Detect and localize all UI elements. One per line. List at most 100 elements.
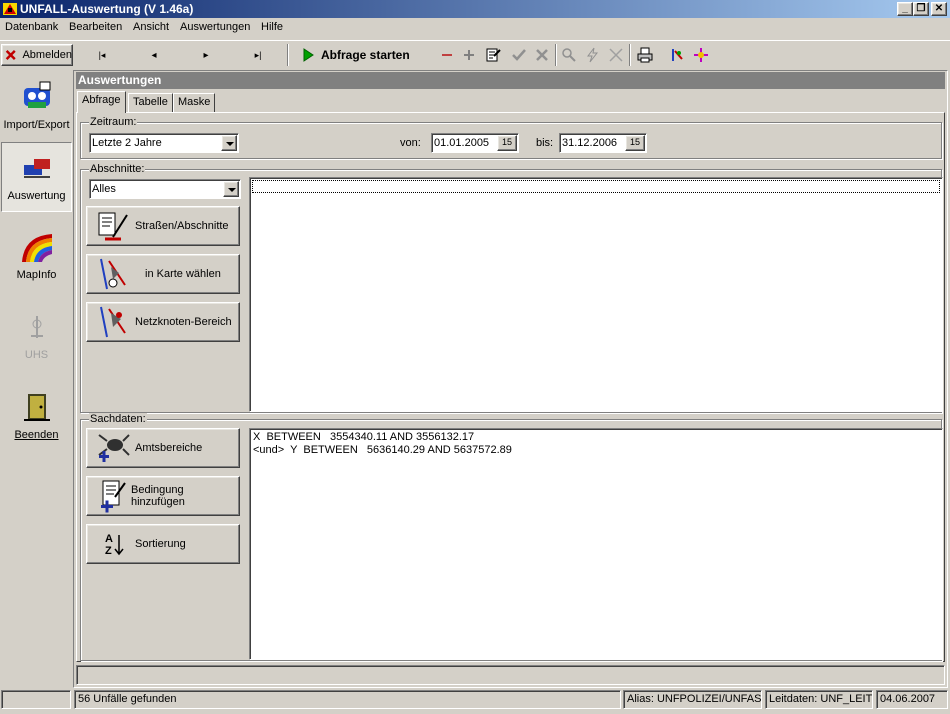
restore-button[interactable]: ❐ <box>913 2 929 16</box>
nav-auswertung[interactable]: Auswertung <box>1 142 72 212</box>
abschnitte-label: Abschnitte: <box>89 163 146 175</box>
nav-label: Auswertung <box>7 190 66 202</box>
nav-label: UHS <box>24 349 49 361</box>
sachdaten-text[interactable]: X BETWEEN 3554340.11 AND 3556132.17 <und… <box>249 428 943 660</box>
menu-auswertungen[interactable]: Auswertungen <box>180 21 250 33</box>
edit-button[interactable] <box>482 44 504 66</box>
button-label: in Karte wählen <box>145 268 221 280</box>
logout-button[interactable]: Abmelden <box>1 44 73 66</box>
bis-date-value: 31.12.2006 <box>562 137 618 149</box>
next-record-button[interactable]: ▸ <box>194 44 218 66</box>
nav-import-export[interactable]: Import/Export <box>1 72 72 142</box>
zeitraum-value: Letzte 2 Jahre <box>92 137 162 149</box>
calendar-icon[interactable]: 15 <box>497 135 517 151</box>
zeitraum-select[interactable]: Letzte 2 Jahre <box>89 133 239 153</box>
minus-icon <box>442 54 452 56</box>
toolbar-separator <box>629 44 631 66</box>
print-button[interactable] <box>634 44 656 66</box>
next-icon: ▸ <box>203 49 209 61</box>
check-icon <box>512 49 526 61</box>
abschnitte-list[interactable] <box>249 177 943 412</box>
printer-icon <box>637 47 653 63</box>
map-pin-button[interactable] <box>666 44 688 66</box>
map-pin-icon <box>672 49 683 61</box>
amtsbereiche-button[interactable]: Amtsbereiche <box>86 428 240 468</box>
condition-line: <und> Y BETWEEN 5636140.29 AND 5637572.8… <box>253 444 512 456</box>
svg-text:Z: Z <box>105 545 112 557</box>
cross-icon <box>536 49 548 61</box>
chevron-down-icon[interactable] <box>221 135 237 151</box>
calendar-icon[interactable]: 15 <box>625 135 645 151</box>
in-karte-waehlen-button[interactable]: in Karte wählen <box>86 254 240 294</box>
button-label: Amtsbereiche <box>135 442 203 454</box>
von-label: von: <box>400 137 421 149</box>
zeitraum-label: Zeitraum: <box>89 116 138 128</box>
first-record-button[interactable]: |◂ <box>90 44 114 66</box>
crosshair-button[interactable] <box>690 44 712 66</box>
netzknoten-bereich-button[interactable]: Netzknoten-Bereich <box>86 302 240 342</box>
sachdaten-label: Sachdaten: <box>89 413 147 425</box>
toolbar: Abmelden |◂ ◂ ▸ ▸| Abfrage starten <box>0 40 950 68</box>
district-spider-icon <box>98 434 130 462</box>
button-label: Bedingung hinzufügen <box>131 484 185 508</box>
cancel-button[interactable] <box>531 44 553 66</box>
tab-tabelle[interactable]: Tabelle <box>128 93 173 112</box>
abschnitte-value: Alles <box>92 183 116 195</box>
confirm-button[interactable] <box>508 44 530 66</box>
prev-record-button[interactable]: ◂ <box>142 44 166 66</box>
find-button[interactable] <box>558 44 580 66</box>
menu-bar: Datenbank Bearbeiten Ansicht Auswertunge… <box>0 19 950 37</box>
zeitraum-group: Zeitraum: Letzte 2 Jahre von: 01.01.2005… <box>80 116 942 159</box>
nav-beenden[interactable]: Beenden <box>1 382 72 452</box>
tab-maske[interactable]: Maske <box>173 93 216 112</box>
document-edit-icon <box>486 48 501 62</box>
filter-off-button[interactable] <box>605 44 627 66</box>
search-person-icon <box>562 48 576 62</box>
prev-icon: ◂ <box>151 49 157 61</box>
logout-label: Abmelden <box>22 49 72 61</box>
add-condition-icon <box>101 480 126 513</box>
nav-uhs[interactable]: UHS <box>1 302 72 372</box>
add-button[interactable] <box>459 44 479 66</box>
last-record-button[interactable]: ▸| <box>246 44 270 66</box>
status-leitdaten: Leitdaten: UNF_LEIT <box>765 690 873 709</box>
main-panel: Auswertungen Abfrage Tabelle Maske Zeitr… <box>73 70 948 688</box>
delete-button[interactable] <box>437 44 457 66</box>
button-label: Straßen/Abschnitte <box>135 220 229 232</box>
section-header: Auswertungen <box>76 72 945 89</box>
play-icon <box>303 48 314 62</box>
nav-mapinfo[interactable]: MapInfo <box>1 222 72 292</box>
button-label: Sortierung <box>135 538 186 550</box>
mapinfo-rainbow-icon <box>21 234 52 262</box>
bedingung-hinzufuegen-button[interactable]: Bedingung hinzufügen <box>86 476 240 516</box>
run-query-button[interactable]: Abfrage starten <box>302 44 430 66</box>
chevron-down-icon[interactable] <box>223 181 239 197</box>
minimize-button[interactable]: _ <box>897 2 913 16</box>
tab-abfrage[interactable]: Abfrage <box>77 91 126 113</box>
tab-panel-abfrage: Zeitraum: Letzte 2 Jahre von: 01.01.2005… <box>76 112 945 662</box>
close-window-button[interactable]: ✕ <box>931 2 947 16</box>
status-alias: Alias: UNFPOLIZEI/UNFAS <box>623 690 762 709</box>
uhs-icon <box>30 316 43 338</box>
status-bar: 56 Unfälle gefunden Alias: UNFPOLIZEI/UN… <box>0 690 950 710</box>
menu-hilfe[interactable]: Hilfe <box>261 21 283 33</box>
von-date-value: 01.01.2005 <box>434 137 490 149</box>
lightning-icon <box>587 47 599 63</box>
close-x-icon <box>5 50 16 60</box>
run-query-label: Abfrage starten <box>321 48 410 62</box>
menu-datenbank[interactable]: Datenbank <box>5 21 58 33</box>
sort-az-icon: AZ <box>105 533 124 557</box>
menu-bearbeiten[interactable]: Bearbeiten <box>69 21 122 33</box>
filter-cross-icon <box>609 48 623 62</box>
sortierung-button[interactable]: AZ Sortierung <box>86 524 240 564</box>
first-icon: |◂ <box>98 49 106 60</box>
bis-date-field[interactable]: 31.12.2006 15 <box>559 133 647 153</box>
abschnitte-select[interactable]: Alles <box>89 179 241 199</box>
list-focus-row[interactable] <box>252 180 940 193</box>
status-empty-panel <box>1 690 71 709</box>
nav-label: MapInfo <box>16 269 57 281</box>
menu-ansicht[interactable]: Ansicht <box>133 21 169 33</box>
lightning-button[interactable] <box>581 44 603 66</box>
von-date-field[interactable]: 01.01.2005 15 <box>431 133 519 153</box>
strassen-abschnitte-button[interactable]: Straßen/Abschnitte <box>86 206 240 246</box>
